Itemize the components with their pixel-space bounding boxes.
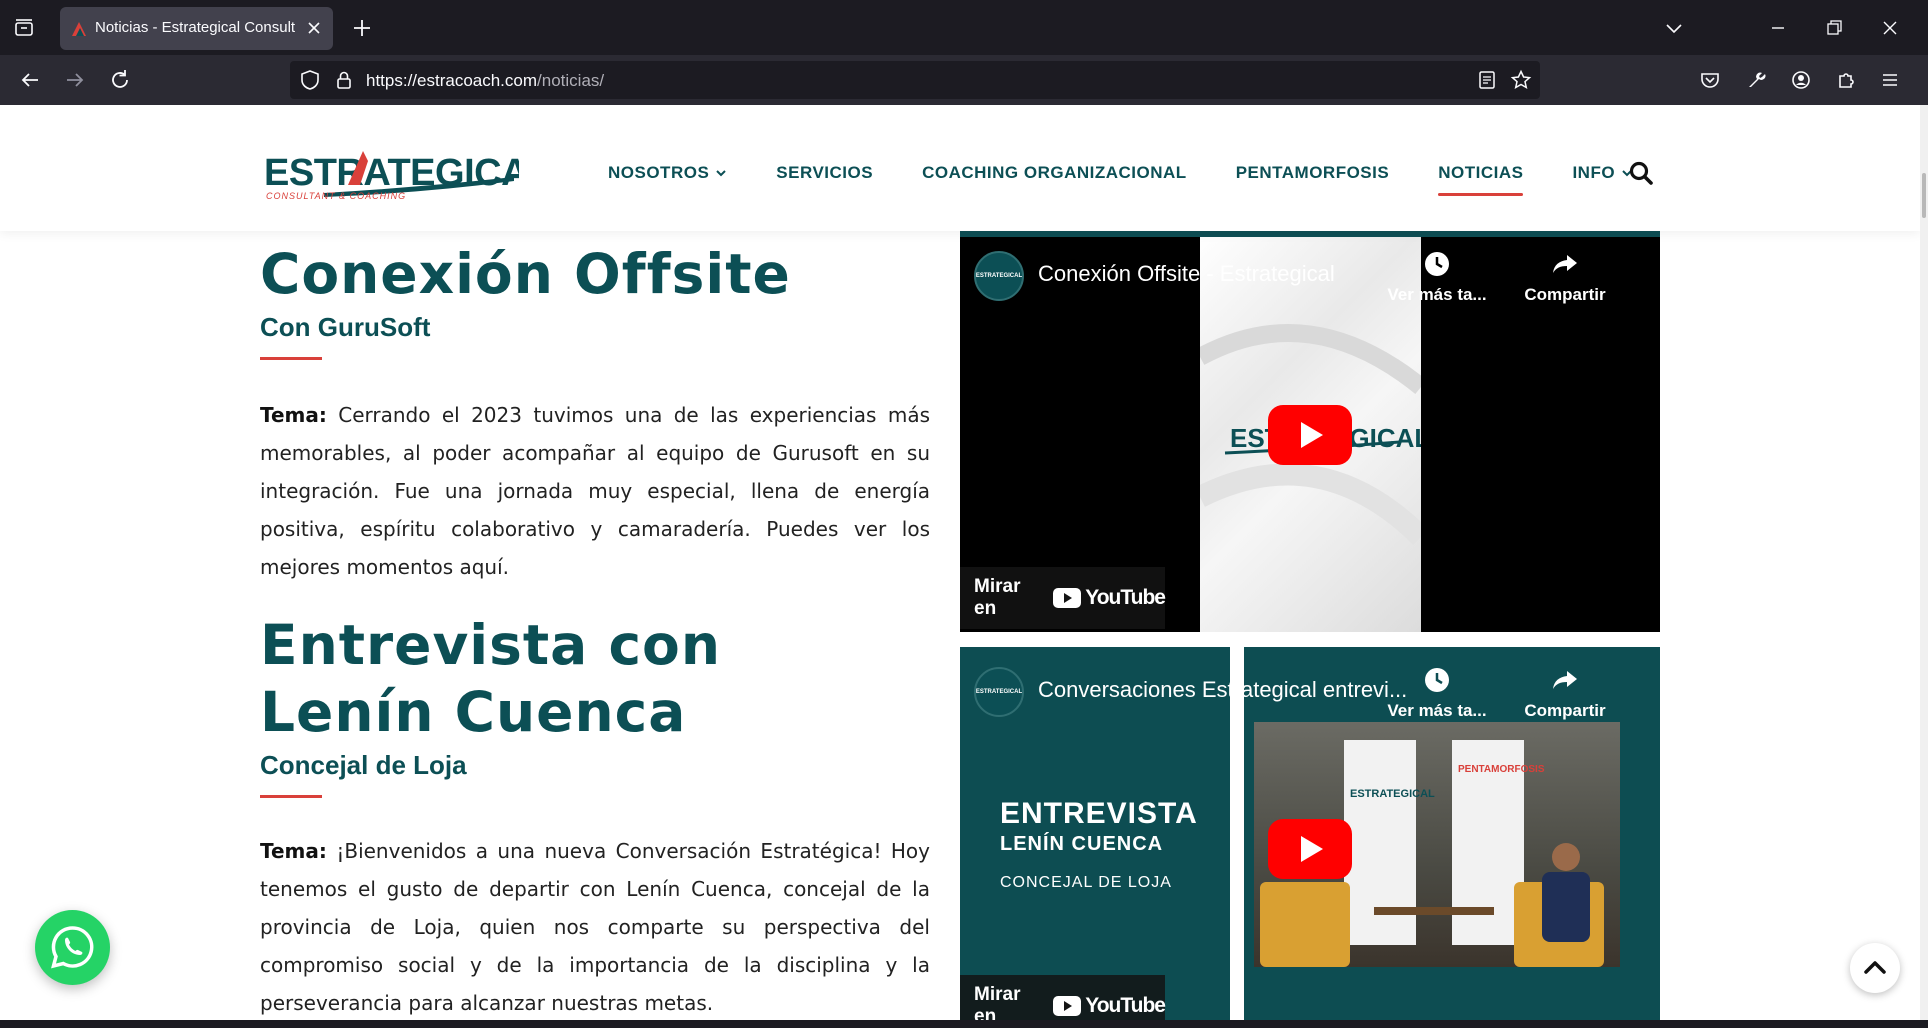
whatsapp-button[interactable] <box>35 910 110 985</box>
menu-item-nosotros[interactable]: NOSOTROS <box>608 163 727 183</box>
article-body: Tema: Cerrando el 2023 tuvimos una de la… <box>260 403 931 579</box>
page-viewport: ESTRATEGICAL CONSULTANT & COACHING NOSOT… <box>0 105 1920 1020</box>
youtube-embed-conexion-offsite[interactable]: ESTRATEGICAL ESTRATEGICAL Conexión Offsi… <box>960 231 1660 632</box>
active-tab[interactable]: Noticias - Estrategical Consultant & Coa… <box>60 7 333 50</box>
restore-icon[interactable] <box>1820 14 1848 42</box>
play-button-icon[interactable] <box>1268 405 1352 465</box>
wrench-icon[interactable] <box>1742 66 1770 94</box>
video-title[interactable]: Conversaciones Estrategical entrevi... <box>1038 677 1438 703</box>
bookmark-star-icon[interactable] <box>1510 69 1532 91</box>
close-window-icon[interactable] <box>1876 14 1904 42</box>
video-title[interactable]: Conexión Offsite - Estrategical <box>1038 261 1438 287</box>
svg-text:PENTAMORFOSIS: PENTAMORFOSIS <box>1458 764 1545 775</box>
close-tab-icon[interactable] <box>305 19 323 37</box>
chevron-up-icon <box>1864 961 1886 974</box>
article-entrevista-lenin-cuenca: Entrevista con Lenín Cuenca Concejal de L… <box>260 612 930 1020</box>
extensions-icon[interactable] <box>1832 66 1860 94</box>
back-arrow-icon[interactable] <box>16 66 44 94</box>
list-all-tabs-icon[interactable] <box>10 14 38 42</box>
watch-on-youtube-button[interactable]: Mirar en YouTube <box>960 567 1166 629</box>
menu-item-servicios[interactable]: SERVICIOS <box>776 163 873 183</box>
site-logo[interactable]: ESTRATEGICAL CONSULTANT & COACHING <box>264 143 552 203</box>
article-body: Tema: ¡Bienvenidos a una nueva Conversac… <box>260 839 931 1015</box>
svg-text:ESTRATEGICAL: ESTRATEGICAL <box>1350 788 1435 800</box>
watch-on-youtube-button[interactable]: Mirar en YouTube <box>960 975 1166 1020</box>
main-menu: NOSOTROS SERVICIOS COACHING ORGANIZACION… <box>608 163 1682 196</box>
browser-tab-bar: Noticias - Estrategical Consultant & Coa… <box>0 0 1928 55</box>
url-text[interactable]: https://estracoach.com/noticias/ <box>366 71 604 91</box>
site-favicon-icon <box>70 20 88 38</box>
menu-item-noticias[interactable]: NOTICIAS <box>1438 163 1524 196</box>
channel-avatar[interactable]: ESTRATEGICAL <box>974 667 1024 717</box>
title-divider <box>260 357 322 360</box>
lock-icon[interactable] <box>332 68 356 92</box>
share-button[interactable]: Compartir <box>1510 665 1620 721</box>
youtube-logo: YouTube <box>1053 586 1166 610</box>
play-button-icon[interactable] <box>1268 819 1352 879</box>
shield-icon[interactable] <box>298 68 322 92</box>
thumbnail-text: ENTREVISTA LENÍN CUENCA CONCEJAL DE LOJA <box>1000 797 1198 891</box>
whatsapp-icon <box>51 926 94 969</box>
menu-item-pentamorfosis[interactable]: PENTAMORFOSIS <box>1236 163 1390 183</box>
forward-arrow-icon[interactable] <box>61 66 89 94</box>
tab-overflow-chevron-icon[interactable] <box>1660 14 1688 42</box>
youtube-logo: YouTube <box>1053 994 1166 1018</box>
channel-avatar[interactable]: ESTRATEGICAL <box>974 251 1024 301</box>
tab-title: Noticias - Estrategical Consultant & Coa… <box>95 19 295 36</box>
share-arrow-icon <box>1553 671 1577 689</box>
article-conexion-offsite: Conexión Offsite Con GuruSoft Tema: Cerr… <box>260 241 930 586</box>
share-arrow-icon <box>1553 255 1577 273</box>
scroll-to-top-button[interactable] <box>1850 943 1900 993</box>
menu-item-info[interactable]: INFO <box>1572 163 1633 183</box>
clock-icon <box>1425 668 1449 692</box>
watch-later-button[interactable]: Ver más ta... <box>1382 665 1492 721</box>
browser-nav-bar: https://estracoach.com/noticias/ <box>0 55 1928 105</box>
site-header: ESTRATEGICAL CONSULTANT & COACHING NOSOT… <box>0 105 1920 231</box>
address-bar[interactable]: https://estracoach.com/noticias/ <box>290 61 1540 99</box>
menu-item-coaching-organizacional[interactable]: COACHING ORGANIZACIONAL <box>922 163 1187 183</box>
svg-text:CONSULTANT & COACHING: CONSULTANT & COACHING <box>266 191 406 201</box>
chevron-down-icon <box>716 170 727 177</box>
search-icon[interactable] <box>1628 160 1654 186</box>
watch-later-button[interactable]: Ver más ta... <box>1382 249 1492 305</box>
pocket-icon[interactable] <box>1696 66 1724 94</box>
window-bottom-edge <box>0 1020 1928 1028</box>
article-subtitle: Concejal de Loja <box>260 750 467 780</box>
minimize-icon[interactable] <box>1764 14 1792 42</box>
new-tab-icon[interactable] <box>348 14 376 42</box>
article-title: Conexión Offsite <box>260 242 791 306</box>
title-divider <box>260 795 322 798</box>
account-icon[interactable] <box>1787 66 1815 94</box>
svg-text:ESTRATEGICAL: ESTRATEGICAL <box>264 152 519 194</box>
reader-view-icon[interactable] <box>1476 69 1498 91</box>
share-button[interactable]: Compartir <box>1510 249 1620 305</box>
clock-icon <box>1425 252 1449 276</box>
page-scrollbar[interactable] <box>1920 105 1928 1020</box>
reload-icon[interactable] <box>106 66 134 94</box>
article-title: Entrevista con Lenín Cuenca <box>260 613 721 744</box>
youtube-embed-entrevista[interactable]: ESTRATEGICAL PENTAMORFOSIS ENTREVISTA LE… <box>960 647 1660 1020</box>
menu-hamburger-icon[interactable] <box>1876 66 1904 94</box>
scrollbar-thumb[interactable] <box>1922 173 1926 218</box>
article-subtitle: Con GuruSoft <box>260 312 431 342</box>
